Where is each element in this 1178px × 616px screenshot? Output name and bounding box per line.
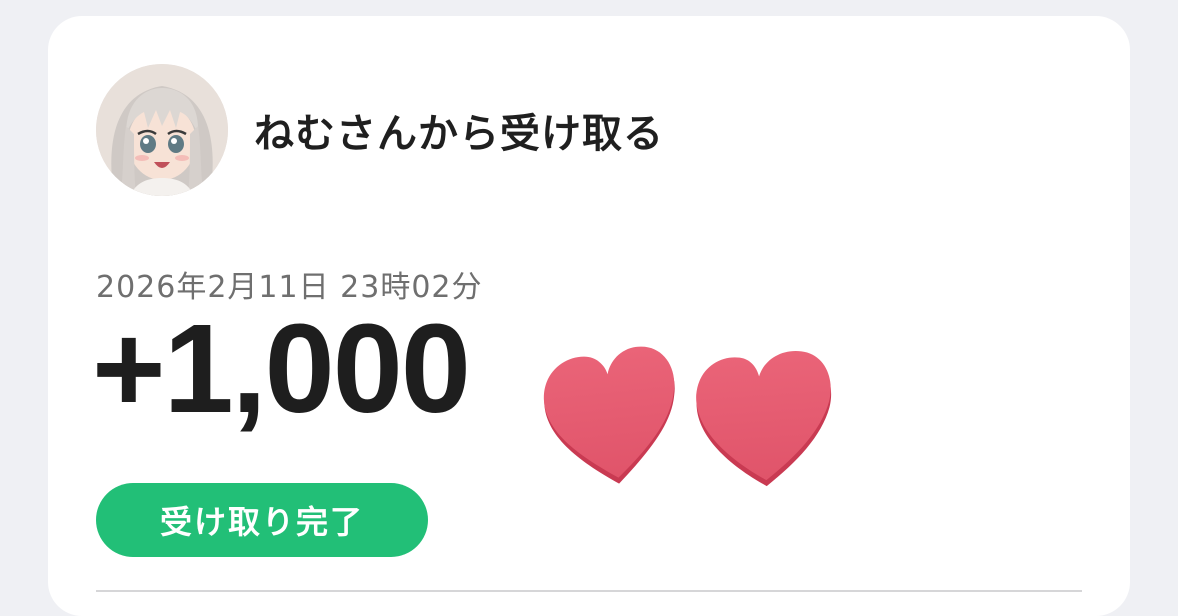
avatar[interactable] — [96, 64, 228, 196]
receipt-card: ねむさんから受け取る 2026年2月11日 23時02分 +1,000 受け取り… — [48, 16, 1130, 616]
sender-header: ねむさんから受け取る — [96, 64, 664, 196]
heart-icon — [543, 346, 832, 487]
divider — [96, 590, 1082, 592]
status-badge: 受け取り完了 — [96, 483, 428, 557]
page-title: ねむさんから受け取る — [254, 111, 664, 157]
anime-girl-avatar-icon — [96, 64, 228, 196]
amount-value: +1,000 — [92, 298, 471, 439]
